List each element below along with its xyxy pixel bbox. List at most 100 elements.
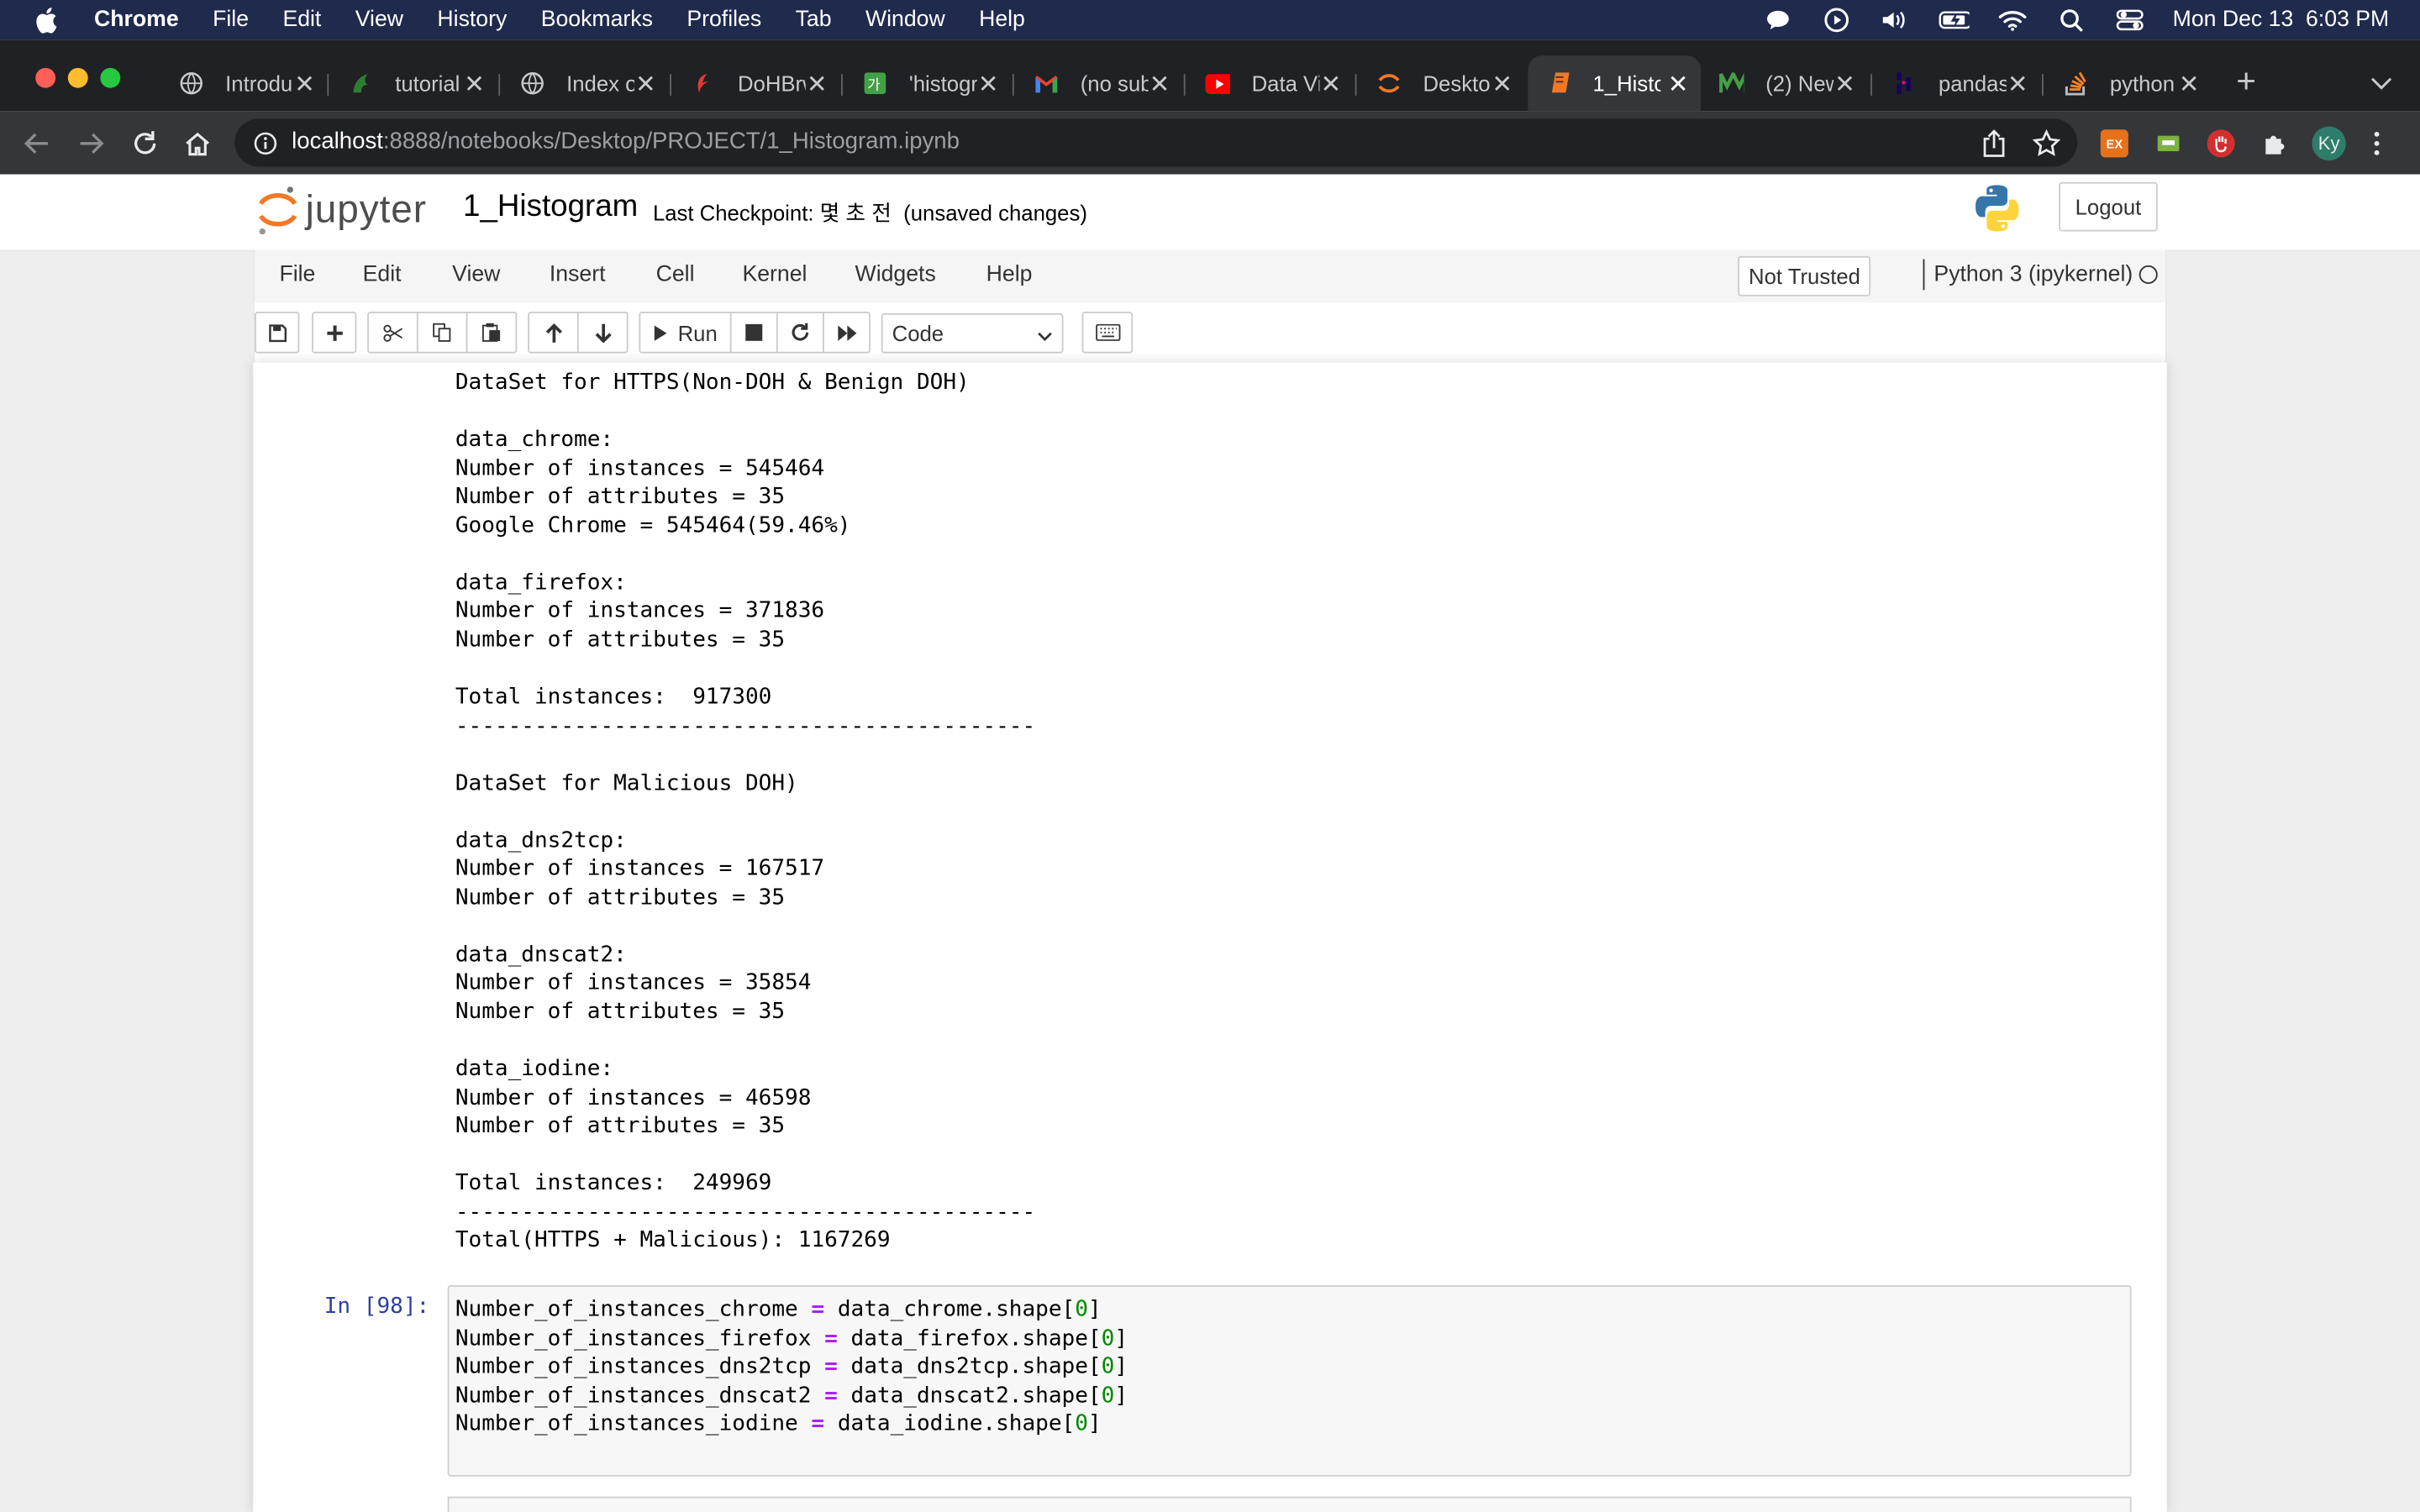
cut-button[interactable]: [367, 312, 418, 354]
tab-close-icon[interactable]: ✕: [464, 70, 485, 101]
logout-button[interactable]: Logout: [2059, 181, 2158, 232]
browser-tab[interactable]: Data Vis ✕: [1186, 55, 1353, 111]
code-token: ]: [1114, 1326, 1128, 1352]
address-bar[interactable]: localhost:8888/notebooks/Desktop/PROJECT…: [234, 118, 2078, 167]
apple-icon[interactable]: [35, 6, 63, 34]
tab-close-icon[interactable]: ✕: [1491, 70, 1512, 101]
menu-tab[interactable]: Tab: [796, 8, 832, 32]
nb-menu-cell[interactable]: Cell: [656, 262, 695, 286]
insert-cell-below-button[interactable]: [312, 312, 357, 354]
wifi-icon[interactable]: [1996, 8, 2028, 32]
tab-close-icon[interactable]: ✕: [807, 70, 828, 101]
tab-close-icon[interactable]: ✕: [1320, 70, 1341, 101]
nb-menu-widgets[interactable]: Widgets: [855, 262, 936, 286]
chrome-menu-icon[interactable]: [2372, 129, 2381, 165]
nb-menu-kernel[interactable]: Kernel: [742, 262, 807, 286]
browser-tab[interactable]: Desktop ✕: [1358, 55, 1524, 111]
forward-icon[interactable]: [76, 128, 107, 159]
menu-profiles[interactable]: Profiles: [687, 8, 761, 32]
menu-help[interactable]: Help: [979, 8, 1025, 32]
browser-tab[interactable]: python ✕: [2045, 55, 2212, 111]
code-operator: =: [824, 1326, 838, 1352]
browser-tab[interactable]: (2) New ✕: [1701, 55, 1867, 111]
new-tab-button[interactable]: +: [2236, 64, 2256, 98]
url-text[interactable]: localhost:8888/notebooks/Desktop/PROJECT…: [292, 128, 960, 154]
restart-run-all-button[interactable]: [822, 312, 871, 354]
play-icon[interactable]: [1821, 8, 1852, 33]
site-info-icon[interactable]: [253, 131, 277, 164]
menu-history[interactable]: History: [437, 8, 507, 32]
tab-close-icon[interactable]: ✕: [978, 70, 999, 101]
browser-tab[interactable]: 가 'histogram ✕: [844, 55, 1011, 111]
cell-type-select[interactable]: Code: [881, 312, 1064, 354]
move-cell-down-button[interactable]: [576, 312, 629, 354]
nb-menu-file[interactable]: File: [279, 262, 315, 286]
copy-button[interactable]: [416, 312, 468, 354]
bookmark-star-icon[interactable]: [2032, 129, 2061, 165]
menu-app-name[interactable]: Chrome: [94, 8, 179, 32]
battery-icon[interactable]: [1938, 8, 1970, 32]
volume-icon[interactable]: [1880, 8, 1911, 32]
back-icon[interactable]: [22, 128, 53, 159]
browser-tab[interactable]: DoHBrw ✕: [673, 55, 839, 111]
kernel-name[interactable]: Python 3 (ipykernel): [1923, 259, 2133, 291]
menu-bookmarks[interactable]: Bookmarks: [541, 8, 653, 32]
notebook-title[interactable]: 1_Histogram: [463, 190, 638, 225]
window-minimize-button[interactable]: [67, 67, 88, 88]
notebook-scroll-area[interactable]: DataSet for HTTPS(Non-DOH & Benign DOH) …: [0, 362, 2420, 1512]
browser-tab[interactable]: Index of ✕: [502, 55, 668, 111]
menu-bar-clock[interactable]: Mon Dec 13 6:03 PM: [2173, 8, 2390, 32]
browser-tab[interactable]: (no subject) ✕: [1016, 55, 1182, 111]
cell-input-prompt: In [98]:: [324, 1294, 430, 1320]
move-cell-up-button[interactable]: [528, 312, 579, 354]
nb-menu-help[interactable]: Help: [986, 262, 1033, 286]
tab-search-chevron-icon[interactable]: [2370, 71, 2392, 98]
extension-red-hand-icon[interactable]: [2207, 129, 2235, 158]
korean-site-icon: 가: [863, 71, 887, 95]
trust-notebook-button[interactable]: Not Trusted: [1738, 255, 1871, 297]
tab-close-icon[interactable]: ✕: [1834, 70, 1855, 101]
messages-icon[interactable]: [1762, 8, 1793, 32]
nb-menu-insert[interactable]: Insert: [550, 262, 606, 286]
nb-menu-view[interactable]: View: [452, 262, 500, 286]
next-code-cell[interactable]: [447, 1496, 2132, 1512]
plus-icon: [326, 324, 342, 341]
browser-tab[interactable]: tutorial ✕: [330, 55, 497, 111]
tab-close-icon[interactable]: ✕: [2179, 70, 2200, 101]
tab-close-icon[interactable]: ✕: [1150, 70, 1171, 101]
profile-avatar[interactable]: Ky: [2312, 126, 2346, 161]
nb-menu-edit[interactable]: Edit: [363, 262, 402, 286]
extensions-puzzle-icon[interactable]: [2261, 129, 2289, 157]
tab-close-icon[interactable]: ✕: [1668, 70, 1689, 101]
paste-button[interactable]: [466, 312, 518, 354]
interrupt-kernel-button[interactable]: [729, 312, 778, 354]
restart-kernel-button[interactable]: [776, 312, 824, 354]
extension-ex-icon[interactable]: EX: [2100, 129, 2128, 158]
browser-tab[interactable]: Introduction ✕: [160, 55, 327, 111]
menu-edit[interactable]: Edit: [282, 8, 321, 32]
notebook-toolbar: Run Code: [253, 302, 2167, 363]
notebook-icon: [1546, 71, 1570, 95]
reload-icon[interactable]: [129, 128, 160, 159]
save-button[interactable]: [255, 312, 300, 354]
home-icon[interactable]: [182, 128, 213, 159]
tab-close-icon[interactable]: ✕: [2007, 70, 2028, 101]
menu-file[interactable]: File: [213, 8, 249, 32]
jupyter-logo[interactable]: jupyter: [256, 184, 427, 236]
tab-close-icon[interactable]: ✕: [635, 70, 656, 101]
share-icon[interactable]: [1981, 129, 2006, 165]
window-zoom-button[interactable]: [100, 67, 121, 88]
browser-tab-active[interactable]: 1_Histogram ✕: [1528, 55, 1702, 112]
window-close-button[interactable]: [35, 67, 56, 88]
control-center-icon[interactable]: [2114, 8, 2145, 32]
code-cell-editor[interactable]: Number_of_instances_chrome = data_chrome…: [447, 1285, 2132, 1477]
spotlight-search-icon[interactable]: [2055, 8, 2086, 32]
tab-close-icon[interactable]: ✕: [294, 70, 315, 101]
menu-view[interactable]: View: [355, 8, 403, 32]
run-button[interactable]: Run: [639, 312, 732, 354]
menu-window[interactable]: Window: [865, 8, 945, 32]
command-palette-button[interactable]: [1081, 312, 1134, 354]
browser-tab[interactable]: pandas ✕: [1874, 55, 2040, 111]
code-token: data_dns2tcp.shape[: [837, 1354, 1102, 1380]
extension-green-icon[interactable]: [2154, 129, 2183, 158]
